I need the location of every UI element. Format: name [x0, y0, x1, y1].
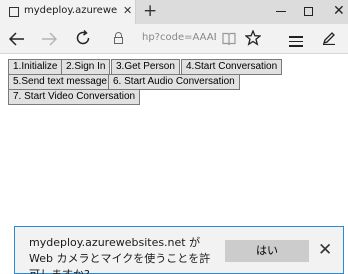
tab-title: mydeploy.azurewebsites — [24, 5, 118, 16]
favorite-star-icon[interactable] — [245, 30, 261, 46]
send-text-message-button[interactable]: 5.Send text message — [8, 74, 112, 90]
tab-close-icon[interactable]: ✕ — [123, 4, 132, 17]
new-tab-button[interactable]: + — [143, 0, 157, 22]
get-person-button[interactable]: 3.Get Person — [111, 59, 180, 75]
start-conversation-button[interactable]: 4.Start Conversation — [181, 59, 283, 75]
start-video-conversation-button[interactable]: 7. Start Video Conversation — [8, 89, 141, 105]
lock-icon — [114, 32, 123, 44]
back-icon[interactable] — [9, 32, 25, 46]
reading-view-icon[interactable] — [222, 32, 236, 45]
permission-message: mydeploy.azurewebsites.net が Web カメラとマイク… — [29, 236, 211, 274]
browser-tab[interactable]: mydeploy.azurewebsites ✕ — [0, 0, 136, 24]
hub-icon[interactable] — [289, 36, 303, 50]
minimize-icon[interactable] — [276, 11, 286, 12]
url-text[interactable]: hp?code=AAABA — [142, 32, 216, 43]
web-note-icon[interactable] — [322, 31, 336, 45]
page-favicon-icon — [9, 7, 19, 17]
sign-in-button[interactable]: 2.Sign In — [61, 59, 111, 75]
maximize-icon[interactable] — [304, 7, 313, 16]
start-audio-conversation-button[interactable]: 6. Start Audio Conversation — [108, 74, 240, 90]
allow-button[interactable]: はい — [225, 240, 309, 262]
notification-close-icon[interactable]: ✕ — [318, 238, 332, 262]
permission-notification-bar: mydeploy.azurewebsites.net が Web カメラとマイク… — [14, 226, 344, 274]
address-bar[interactable]: hp?code=AAABA — [110, 28, 240, 50]
page-content: 1.Initialize 2.Sign In 3.Get Person 4.St… — [0, 55, 348, 219]
initialize-button[interactable]: 1.Initialize — [8, 59, 63, 75]
title-bar: mydeploy.azurewebsites ✕ + ✕ — [0, 0, 348, 24]
refresh-icon[interactable] — [75, 30, 91, 46]
forward-icon[interactable] — [41, 32, 57, 46]
window-close-icon[interactable]: ✕ — [333, 2, 345, 20]
